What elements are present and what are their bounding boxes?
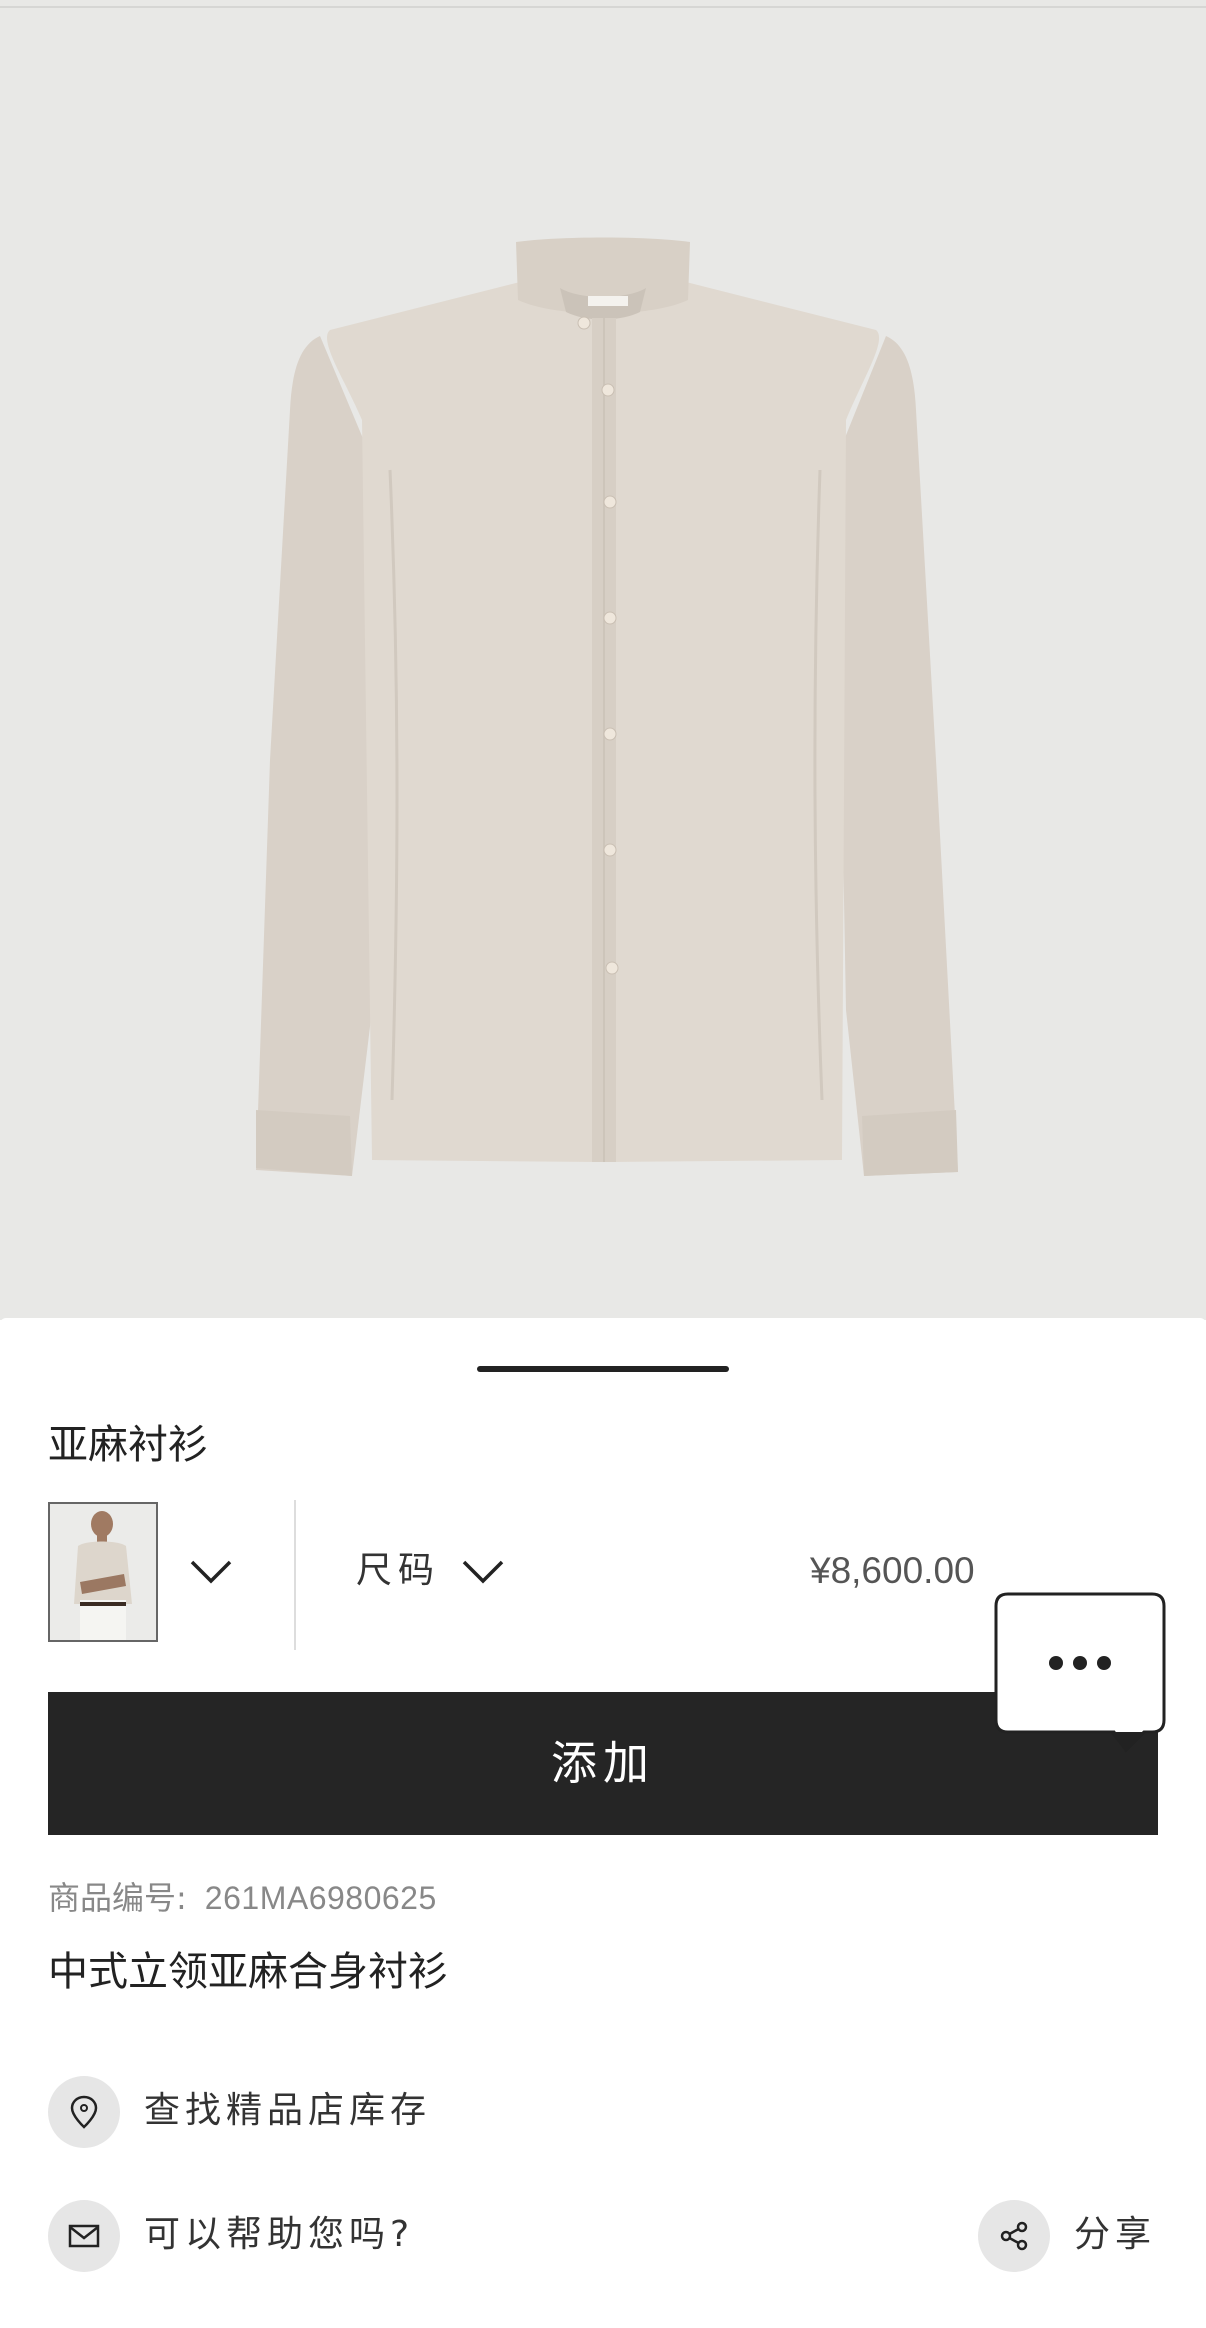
- product-image[interactable]: [0, 0, 1206, 1320]
- location-pin-icon[interactable]: [48, 2076, 120, 2148]
- shirt-illustration: [256, 237, 958, 1176]
- product-price: ¥8,600.00: [810, 1550, 975, 1591]
- chat-bubble-icon[interactable]: [994, 1592, 1166, 1754]
- share-icon[interactable]: [978, 2200, 1050, 2272]
- help-link[interactable]: 可以帮助您吗?: [144, 2212, 414, 2258]
- sku-line: 商品编号: 261MA6980625: [48, 1876, 437, 1920]
- size-selector-label[interactable]: 尺码: [356, 1548, 440, 1594]
- mail-icon[interactable]: [48, 2200, 120, 2272]
- sku-label: 商品编号:: [48, 1879, 187, 1917]
- variant-thumbnail[interactable]: [48, 1502, 158, 1642]
- product-description: 中式立领亚麻合身衬衫: [48, 1949, 448, 1995]
- model-photo: [50, 1504, 156, 1640]
- chevron-down-icon[interactable]: [462, 1560, 504, 1588]
- add-to-cart-button[interactable]: 添加: [48, 1692, 1158, 1835]
- sku-value: 261MA6980625: [204, 1880, 437, 1916]
- selector-divider: [294, 1500, 296, 1650]
- chevron-down-icon[interactable]: [190, 1560, 232, 1588]
- sheet-drag-handle[interactable]: [477, 1366, 729, 1372]
- product-title: 亚麻衬衫: [48, 1422, 208, 1468]
- find-store-link[interactable]: 查找精品店库存: [144, 2088, 431, 2134]
- share-label[interactable]: 分享: [1074, 2212, 1156, 2258]
